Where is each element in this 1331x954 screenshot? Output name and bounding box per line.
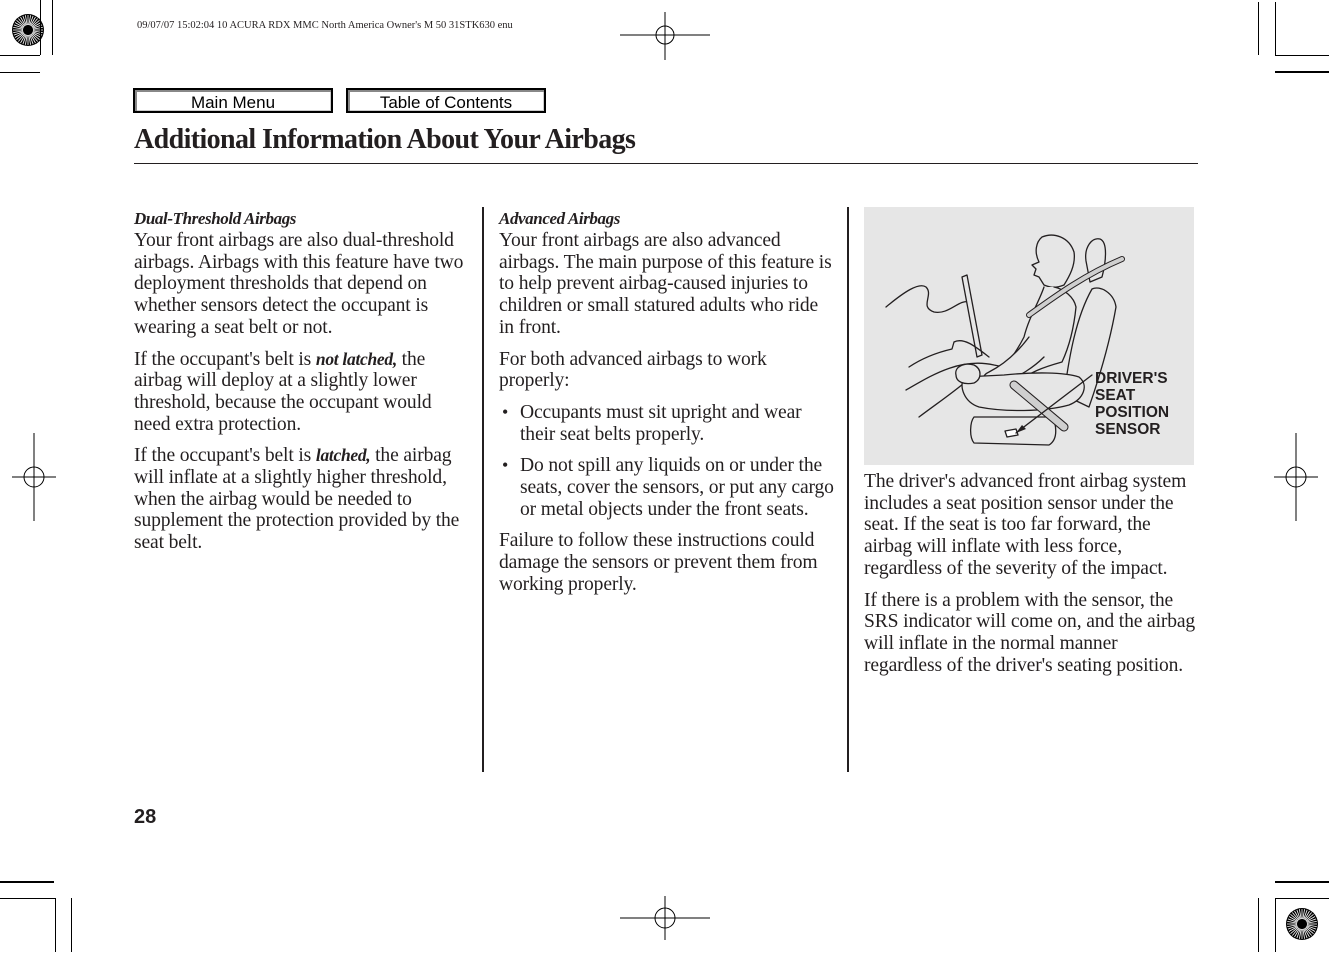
bullet-item: Do not spill any liquids on or under the… bbox=[499, 455, 834, 520]
crop-line bbox=[1275, 71, 1329, 73]
figure-label-line: SEAT bbox=[1095, 387, 1136, 404]
paragraph: The driver's advanced front airbag syste… bbox=[864, 471, 1187, 579]
text-run: If the occupant's belt is bbox=[134, 445, 316, 467]
text-run: If the occupant's belt is bbox=[134, 348, 316, 370]
emphasis-latched: latched, bbox=[315, 445, 371, 466]
paragraph: Your front airbags are also advanced air… bbox=[499, 230, 832, 338]
registration-target-icon bbox=[12, 433, 56, 521]
crop-line bbox=[0, 72, 40, 73]
paragraph: If the occupant's belt is latched, the a… bbox=[134, 445, 469, 554]
table-of-contents-label: Table of Contents bbox=[379, 93, 513, 112]
crop-line bbox=[0, 55, 40, 56]
figure-label: DRIVER'S SEAT POSITION SENSOR bbox=[1095, 370, 1169, 438]
registration-starburst-icon bbox=[1286, 908, 1318, 940]
column-advanced-airbags: Advanced Airbags Your front airbags are … bbox=[499, 208, 834, 606]
figure-label-line: DRIVER'S bbox=[1095, 370, 1168, 387]
emphasis-not-latched: not latched, bbox=[315, 348, 397, 369]
paragraph: Your front airbags are also dual-thresho… bbox=[134, 230, 464, 338]
seat-position-sensor-figure: DRIVER'S SEAT POSITION SENSOR bbox=[864, 207, 1194, 465]
title-divider bbox=[134, 163, 1198, 164]
main-menu-button[interactable]: Main Menu bbox=[133, 88, 333, 113]
crop-line bbox=[71, 898, 72, 952]
column-divider bbox=[482, 207, 484, 772]
figure-label-line: POSITION bbox=[1095, 404, 1170, 421]
paragraph: For both advanced airbags to work proper… bbox=[499, 348, 767, 392]
bullet-list: Occupants must sit upright and wear thei… bbox=[499, 402, 834, 521]
registration-target-icon bbox=[620, 12, 710, 60]
crop-line bbox=[0, 898, 55, 899]
figure-label-line: SENSOR bbox=[1095, 421, 1161, 438]
crop-line bbox=[52, 0, 53, 55]
registration-target-icon bbox=[620, 896, 710, 940]
crop-line bbox=[1275, 2, 1276, 55]
crop-line bbox=[1258, 2, 1259, 55]
column-divider bbox=[847, 207, 849, 772]
paragraph: Failure to follow these instructions cou… bbox=[499, 530, 818, 595]
column-dual-threshold: Dual-Threshold Airbags Your front airbag… bbox=[134, 208, 469, 564]
crop-line bbox=[1275, 898, 1329, 899]
crop-line bbox=[1275, 55, 1329, 56]
crop-line bbox=[40, 0, 41, 55]
section-heading: Advanced Airbags bbox=[499, 209, 620, 228]
page-number: 28 bbox=[134, 806, 157, 828]
page-title: Additional Information About Your Airbag… bbox=[134, 124, 636, 155]
table-of-contents-button[interactable]: Table of Contents bbox=[346, 88, 546, 113]
crop-line bbox=[1275, 881, 1329, 883]
crop-line bbox=[0, 881, 54, 883]
crop-line bbox=[1275, 898, 1276, 952]
crop-line bbox=[1258, 898, 1259, 952]
main-menu-label: Main Menu bbox=[190, 93, 276, 112]
section-heading: Dual-Threshold Airbags bbox=[134, 209, 297, 228]
crop-line bbox=[55, 898, 56, 952]
registration-starburst-icon bbox=[12, 14, 44, 46]
paragraph: If the occupant's belt is not latched, t… bbox=[134, 349, 469, 436]
bullet-item: Occupants must sit upright and wear thei… bbox=[499, 402, 834, 445]
print-metadata: 09/07/07 15:02:04 10 ACURA RDX MMC North… bbox=[137, 20, 513, 31]
column-seat-sensor: The driver's advanced front airbag syste… bbox=[864, 471, 1199, 686]
paragraph: If there is a problem with the sensor, t… bbox=[864, 589, 1196, 676]
registration-target-icon bbox=[1274, 433, 1318, 521]
